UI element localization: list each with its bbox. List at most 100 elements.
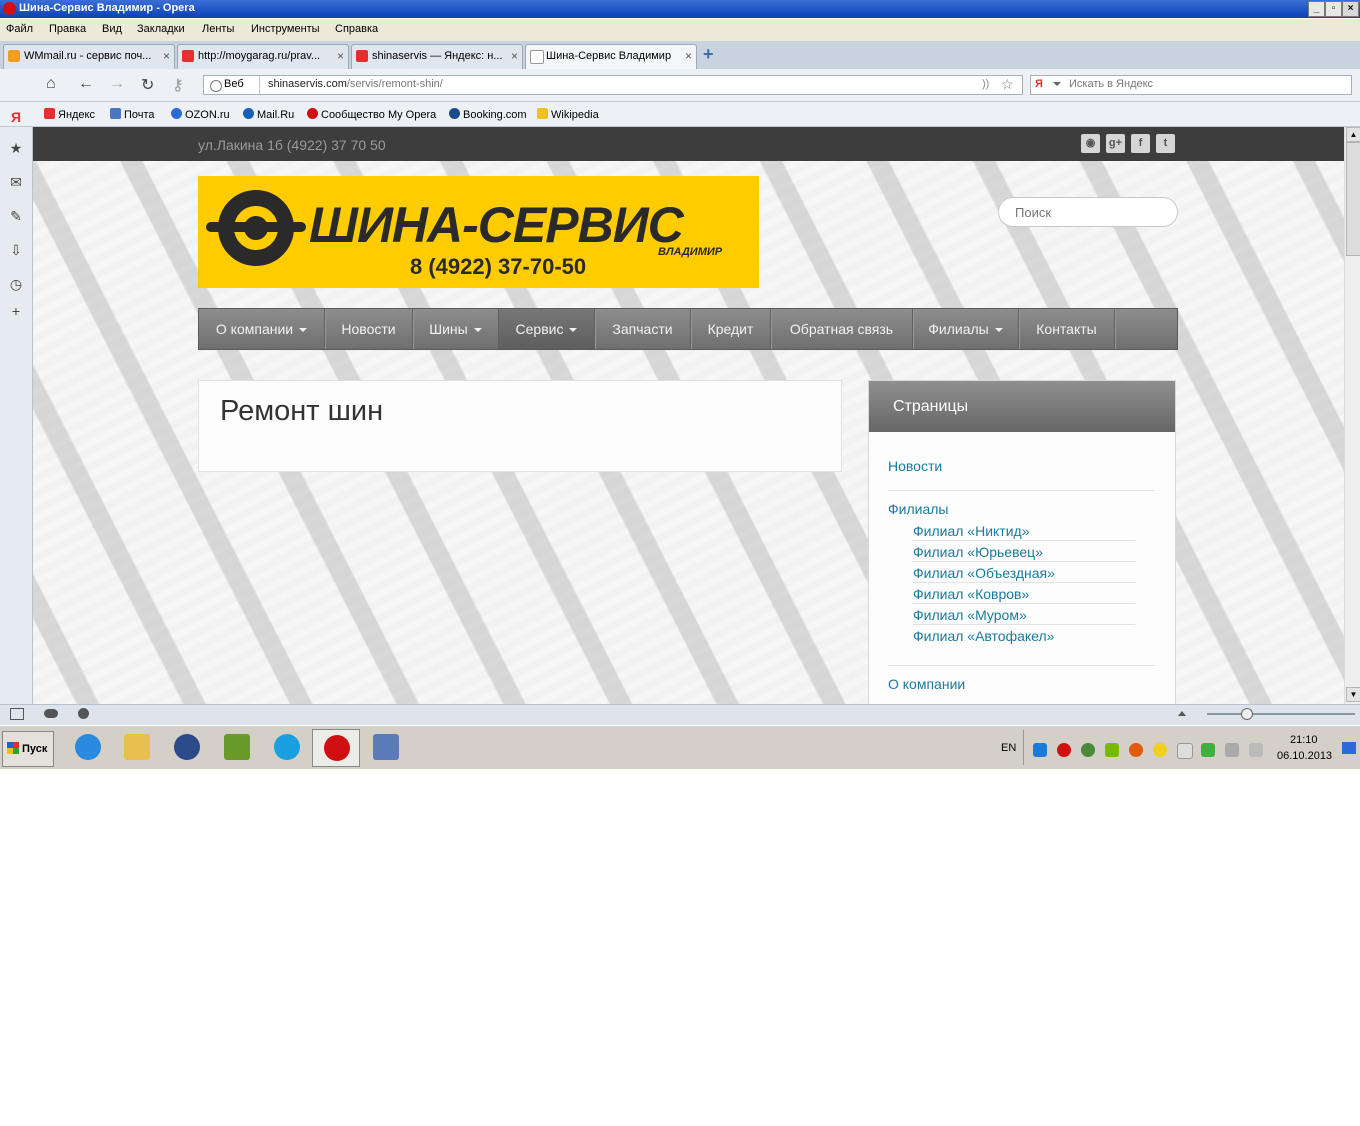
tray-hardware-icon[interactable] (1201, 743, 1215, 757)
language-indicator[interactable]: EN (1001, 742, 1016, 754)
sidebar-link-branch-kovrov[interactable]: Филиал «Ковров» (913, 586, 1029, 602)
menu-view[interactable]: Вид (102, 23, 122, 35)
tab-close-icon[interactable]: × (163, 49, 170, 63)
bookmarks-panel-icon[interactable]: ★ (8, 140, 24, 156)
nav-about[interactable]: О компании (199, 309, 325, 349)
sidebar-link-branches[interactable]: Филиалы (888, 501, 948, 517)
taskbar-skype[interactable] (263, 729, 309, 765)
sidebar-link-branch-avtofakel[interactable]: Филиал «Автофакел» (913, 628, 1054, 644)
bookmark-mail[interactable]: Почта (110, 108, 155, 121)
forward-icon[interactable]: → (109, 75, 125, 93)
search-field[interactable]: Я Искать в Яндекс (1030, 75, 1352, 95)
view-options-icon[interactable] (1178, 711, 1186, 716)
yandex-search-icon[interactable]: Я (1035, 78, 1043, 90)
panel-toggle-icon[interactable] (10, 708, 24, 720)
nav-branches[interactable]: Филиалы (913, 309, 1019, 349)
nav-contacts[interactable]: Контакты (1019, 309, 1115, 349)
sidebar-link-branch-niktid[interactable]: Филиал «Никтид» (913, 523, 1029, 539)
tab-close-icon[interactable]: × (511, 49, 518, 63)
taskbar-doc[interactable] (362, 729, 408, 765)
zoom-slider[interactable] (1207, 713, 1355, 715)
menu-edit[interactable]: Правка (49, 23, 86, 35)
nav-credit[interactable]: Кредит (691, 309, 771, 349)
bookmark-mailru[interactable]: Mail.Ru (243, 108, 294, 121)
tray-nvidia-icon[interactable] (1105, 743, 1119, 757)
sidebar-link-branch-obezdnaya[interactable]: Филиал «Объездная» (913, 565, 1055, 581)
yandex-panel-icon[interactable]: Я (8, 109, 24, 125)
bookmark-wikipedia[interactable]: Wikipedia (537, 108, 599, 121)
tray-app-icon[interactable] (1033, 743, 1047, 757)
address-field[interactable]: Веб shinaservis.com/servis/remont-shin/ … (203, 75, 1023, 95)
tab-close-icon[interactable]: × (337, 49, 344, 63)
tray-volume-icon[interactable] (1249, 743, 1263, 757)
bookmark-yandex[interactable]: Яндекс (44, 108, 95, 121)
back-icon[interactable]: ← (78, 75, 94, 93)
new-tab-button[interactable]: + (703, 44, 714, 65)
bookmark-booking[interactable]: Booking.com (449, 108, 527, 121)
nav-parts[interactable]: Запчасти (595, 309, 691, 349)
google-plus-icon[interactable]: g+ (1106, 134, 1125, 153)
scroll-down-icon[interactable]: ▼ (1346, 687, 1360, 702)
scroll-up-icon[interactable]: ▲ (1346, 127, 1360, 142)
minimize-button[interactable]: _ (1308, 1, 1325, 17)
zoom-slider-handle[interactable] (1241, 708, 1253, 720)
turbo-icon[interactable] (78, 708, 89, 719)
map-icon[interactable]: ◉ (1081, 134, 1100, 153)
taskbar-app[interactable] (213, 729, 259, 765)
taskbar-explorer[interactable] (113, 729, 159, 765)
sidebar-link-branch-yurevets[interactable]: Филиал «Юрьевец» (913, 544, 1043, 560)
tab-moygarag[interactable]: http://moygarag.ru/prav... × (177, 44, 349, 69)
menu-bookmarks[interactable]: Закладки (137, 23, 185, 35)
taskbar-opera[interactable] (312, 729, 360, 767)
sidebar-link-branch-murom[interactable]: Филиал «Муром» (913, 607, 1027, 623)
downloads-panel-icon[interactable]: ⇩ (8, 242, 24, 258)
notes-panel-icon[interactable]: ✎ (8, 208, 24, 224)
twitter-icon[interactable]: t (1156, 134, 1175, 153)
nav-feedback[interactable]: Обратная связь (771, 309, 913, 349)
facebook-icon[interactable]: f (1131, 134, 1150, 153)
nav-tires[interactable]: Шины (413, 309, 499, 349)
wand-key-icon[interactable]: ⚷ (172, 75, 184, 95)
nav-news[interactable]: Новости (325, 309, 413, 349)
chevron-down-icon[interactable] (1053, 82, 1061, 86)
tab-shina-servis[interactable]: Шина-Сервис Владимир × (525, 44, 697, 69)
unite-cloud-icon[interactable] (44, 709, 58, 718)
tray-avast-icon[interactable] (1129, 743, 1143, 757)
tab-wmmail[interactable]: WMmail.ru - сервис поч... × (3, 44, 175, 69)
home-icon[interactable]: ⌂ (46, 75, 56, 93)
mail-panel-icon[interactable]: ✉ (8, 174, 24, 190)
tray-update-icon[interactable] (1081, 743, 1095, 757)
taskbar-ie[interactable] (64, 729, 110, 765)
tray-flag-icon[interactable] (1177, 743, 1193, 759)
scroll-thumb[interactable] (1346, 142, 1360, 256)
reload-icon[interactable]: ↻ (141, 75, 154, 95)
tray-clock-icon[interactable] (1153, 743, 1167, 757)
tray-opera-icon[interactable] (1057, 743, 1071, 757)
close-button[interactable]: × (1342, 1, 1359, 17)
maximize-button[interactable]: ▫ (1325, 1, 1342, 17)
bookmark-my-opera[interactable]: Сообщество My Opera (307, 108, 436, 121)
sidebar-link-news[interactable]: Новости (888, 458, 942, 474)
history-panel-icon[interactable]: ◷ (8, 276, 24, 292)
sidebar-link-about[interactable]: О компании (888, 676, 965, 692)
nav-service[interactable]: Сервис (499, 309, 595, 349)
menu-help[interactable]: Справка (335, 23, 378, 35)
bookmark-ozon[interactable]: OZON.ru (171, 108, 230, 121)
site-logo[interactable]: ШИНА-СЕРВИС ВЛАДИМИР 8 (4922) 37-70-50 (198, 176, 759, 288)
show-desktop-icon[interactable] (1342, 742, 1356, 754)
taskbar-hp[interactable] (163, 729, 209, 765)
tab-close-icon[interactable]: × (685, 49, 692, 63)
menu-file[interactable]: Файл (6, 23, 33, 35)
clock-time[interactable]: 21:10 (1290, 734, 1318, 746)
vertical-scrollbar[interactable]: ▲ ▼ (1344, 127, 1360, 704)
bookmark-star-icon[interactable]: ☆ (1001, 76, 1014, 93)
rss-icon[interactable]: )) (982, 78, 989, 90)
site-search[interactable] (998, 197, 1178, 227)
tray-network-icon[interactable] (1225, 743, 1239, 757)
add-panel-icon[interactable]: + (8, 303, 24, 319)
menu-feeds[interactable]: Ленты (202, 23, 234, 35)
tab-yandex-search[interactable]: shinaservis — Яндекс: н... × (351, 44, 523, 69)
site-search-input[interactable] (1013, 204, 1167, 221)
clock-date[interactable]: 06.10.2013 (1277, 750, 1332, 762)
menu-tools[interactable]: Инструменты (251, 23, 320, 35)
